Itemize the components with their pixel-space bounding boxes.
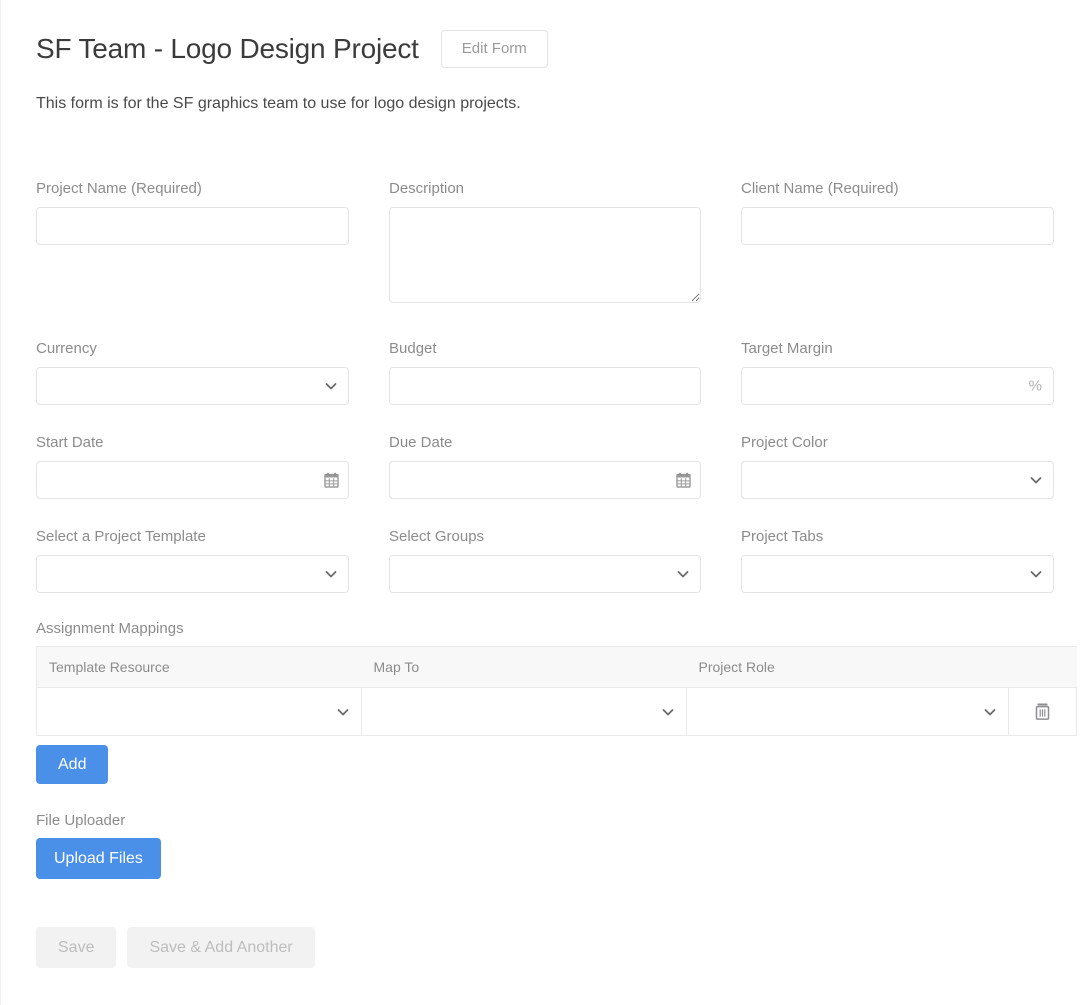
field-row-1: Project Name (Required) Description Clie… xyxy=(1,170,1091,340)
start-date-input[interactable] xyxy=(36,460,349,499)
control-start-date xyxy=(36,460,349,499)
table-row xyxy=(36,687,1077,736)
cell-project-role xyxy=(686,687,1009,736)
label-budget: Budget xyxy=(389,340,437,357)
groups-select[interactable] xyxy=(389,554,701,593)
label-client-name: Client Name (Required) xyxy=(741,180,899,197)
control-budget xyxy=(389,366,701,405)
description-textarea[interactable] xyxy=(389,206,701,303)
template-resource-select[interactable] xyxy=(37,688,361,735)
field-target-margin: Target Margin % xyxy=(741,340,1054,405)
file-uploader-label: File Uploader xyxy=(36,812,126,829)
field-client-name: Client Name (Required) xyxy=(741,180,1054,245)
field-row-4: Select a Project Template Select Groups xyxy=(1,528,1091,622)
due-date-input[interactable] xyxy=(389,460,701,499)
control-client-name xyxy=(741,206,1054,245)
label-project-name: Project Name (Required) xyxy=(36,180,202,197)
column-header-actions xyxy=(1008,646,1077,688)
control-project-name xyxy=(36,206,349,245)
label-start-date: Start Date xyxy=(36,434,104,451)
cell-map-to xyxy=(361,687,687,736)
assignment-mappings-label: Assignment Mappings xyxy=(36,620,184,637)
control-project-color xyxy=(741,460,1054,499)
label-project-tabs: Project Tabs xyxy=(741,528,824,545)
field-project-template: Select a Project Template xyxy=(36,528,349,593)
project-template-select[interactable] xyxy=(36,554,349,593)
form-description: This form is for the SF graphics team to… xyxy=(36,95,521,112)
label-project-color: Project Color xyxy=(741,434,828,451)
client-name-input[interactable] xyxy=(741,206,1054,245)
label-description: Description xyxy=(389,180,465,197)
project-role-select[interactable] xyxy=(687,688,1008,735)
field-groups: Select Groups xyxy=(389,528,701,593)
field-row-2: Currency Budget Target Margin % xyxy=(1,340,1091,434)
field-budget: Budget xyxy=(389,340,701,405)
table-header-row: Template Resource Map To Project Role xyxy=(36,646,1077,688)
currency-select[interactable] xyxy=(36,366,349,405)
delete-row-button[interactable] xyxy=(1030,698,1055,725)
field-project-color: Project Color xyxy=(741,434,1054,499)
map-to-select[interactable] xyxy=(362,688,686,735)
field-currency: Currency xyxy=(36,340,349,405)
field-project-tabs: Project Tabs xyxy=(741,528,1054,593)
field-project-name: Project Name (Required) xyxy=(36,180,349,245)
page-title: SF Team - Logo Design Project xyxy=(36,33,419,65)
label-due-date: Due Date xyxy=(389,434,453,451)
assignment-mappings-table: Template Resource Map To Project Role xyxy=(36,646,1077,736)
cell-template-resource xyxy=(36,687,362,736)
control-map-to xyxy=(362,688,686,735)
column-header-project-role: Project Role xyxy=(686,646,1009,688)
label-groups: Select Groups xyxy=(389,528,485,545)
control-currency xyxy=(36,366,349,405)
control-groups xyxy=(389,554,701,593)
control-due-date xyxy=(389,460,701,499)
save-button[interactable]: Save xyxy=(36,927,117,969)
field-description: Description xyxy=(389,180,701,303)
project-name-input[interactable] xyxy=(36,206,349,245)
control-template-resource xyxy=(37,688,361,735)
target-margin-input[interactable] xyxy=(741,366,1054,405)
budget-input[interactable] xyxy=(389,366,701,405)
project-color-select[interactable] xyxy=(741,460,1054,499)
label-project-template: Select a Project Template xyxy=(36,528,206,545)
cell-delete xyxy=(1008,687,1077,736)
form-page: SF Team - Logo Design Project Edit Form … xyxy=(0,0,1091,1005)
form-fields: Project Name (Required) Description Clie… xyxy=(1,170,1091,622)
control-project-template xyxy=(36,554,349,593)
field-start-date: Start Date xyxy=(36,434,349,499)
page-header: SF Team - Logo Design Project Edit Form xyxy=(36,30,548,68)
upload-files-button[interactable]: Upload Files xyxy=(36,838,161,880)
column-header-map-to: Map To xyxy=(361,646,687,688)
edit-form-button[interactable]: Edit Form xyxy=(440,30,548,68)
form-actions: Save Save & Add Another xyxy=(36,927,315,969)
control-target-margin: % xyxy=(741,366,1054,405)
field-due-date: Due Date xyxy=(389,434,701,499)
save-and-add-another-button[interactable]: Save & Add Another xyxy=(127,927,315,969)
control-project-role xyxy=(687,688,1008,735)
control-project-tabs xyxy=(741,554,1054,593)
label-currency: Currency xyxy=(36,340,97,357)
add-mapping-button[interactable]: Add xyxy=(36,745,109,785)
project-tabs-select[interactable] xyxy=(741,554,1054,593)
column-header-template-resource: Template Resource xyxy=(36,646,362,688)
label-target-margin: Target Margin xyxy=(741,340,833,357)
field-row-3: Start Date Due Date Project Color xyxy=(1,434,1091,528)
